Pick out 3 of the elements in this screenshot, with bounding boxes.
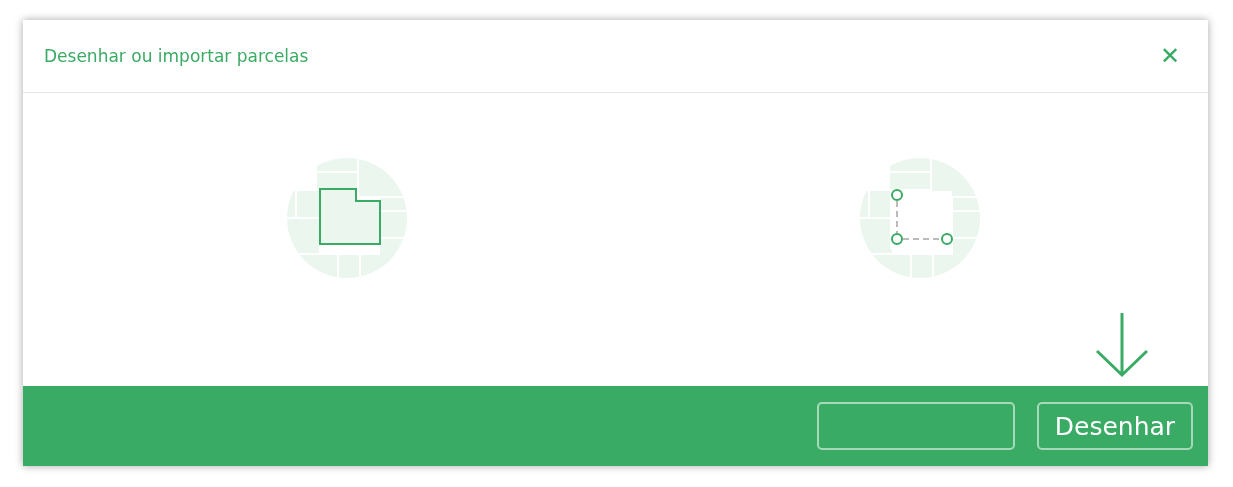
dialog-title: Desenhar ou importar parcelas <box>44 46 309 66</box>
draw-button[interactable]: Desenhar <box>1037 402 1193 450</box>
close-button[interactable]: ✕ <box>1160 44 1180 68</box>
